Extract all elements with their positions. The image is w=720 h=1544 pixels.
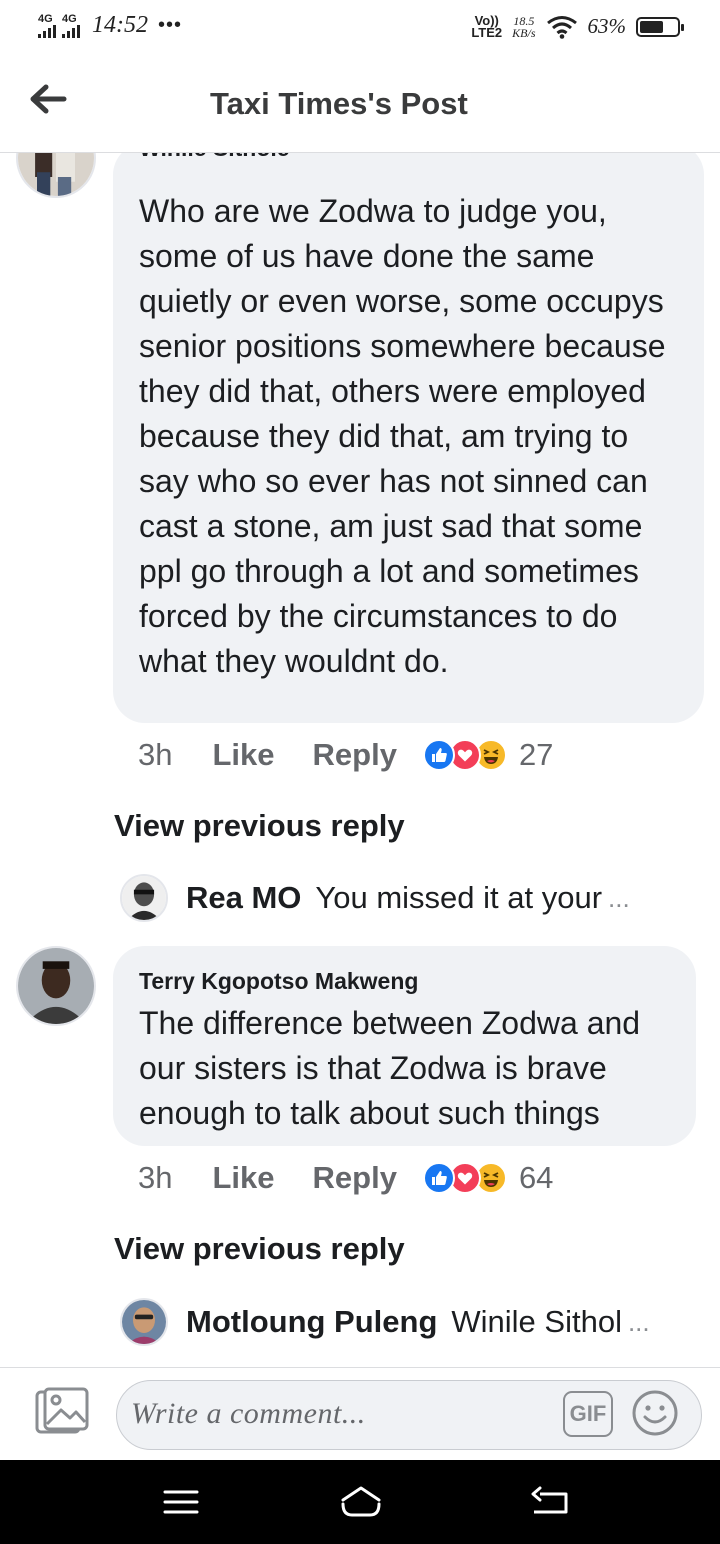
speed-unit: KB/s	[512, 25, 536, 40]
comment-author[interactable]: Winile Sithole	[139, 153, 290, 162]
avatar-image	[18, 153, 94, 196]
menu-icon[interactable]	[157, 1482, 205, 1522]
network-speed: 18.5 KB/s	[512, 15, 535, 39]
home-icon[interactable]	[337, 1482, 385, 1522]
reactions-summary[interactable]: 27	[422, 737, 554, 773]
status-bar: 4G 4G 14:52 ••• Vo)) LTE2 18.5 KB/s 63%	[0, 0, 720, 58]
emoji-icon[interactable]	[631, 1389, 679, 1437]
avatar[interactable]	[120, 874, 168, 922]
avatar-image	[18, 948, 94, 1024]
reply-ellipsis: ...	[608, 882, 630, 913]
comment-text: Who are we Zodwa to judge you, some of u…	[139, 193, 666, 679]
reply-preview[interactable]: Rea MO You missed it at your ...	[120, 873, 630, 923]
signal-1-label: 4G	[38, 12, 53, 25]
comment-input[interactable]: Write a comment... GIF	[116, 1380, 702, 1450]
reaction-count: 27	[518, 737, 554, 772]
comment-time[interactable]: 3h	[138, 737, 172, 773]
status-left: 4G 4G 14:52 •••	[38, 12, 182, 39]
reply-preview[interactable]: Motloung Puleng Winile Sithol ...	[120, 1297, 650, 1347]
page-title: Taxi Times's Post	[210, 86, 468, 121]
back-arrow-icon[interactable]	[28, 82, 68, 116]
comment-bubble[interactable]: Winile Sithole Who are we Zodwa to judge…	[113, 153, 704, 723]
wifi-icon	[546, 15, 577, 39]
gif-icon[interactable]: GIF	[563, 1391, 613, 1437]
battery-percent: 63%	[587, 14, 627, 38]
reply-ellipsis: ...	[627, 1306, 650, 1337]
speed-value: 18.5	[513, 13, 535, 28]
avatar[interactable]	[16, 946, 96, 1026]
signal-1-icon: 4G	[38, 12, 56, 38]
thumbs-up-icon	[422, 1162, 455, 1194]
photo-icon[interactable]	[34, 1386, 90, 1438]
comment-bubble[interactable]: Terry Kgopotso Makweng The difference be…	[113, 946, 696, 1146]
reaction-count: 64	[518, 1160, 554, 1195]
comments-list[interactable]: Winile Sithole Who are we Zodwa to judge…	[0, 153, 720, 1367]
comment-text: The difference between Zodwa and our sis…	[139, 1005, 641, 1131]
like-button[interactable]: Like	[212, 737, 274, 773]
system-nav-bar	[0, 1460, 720, 1544]
volte-indicator: Vo)) LTE2	[471, 14, 503, 40]
signal-2-label: 4G	[62, 12, 77, 25]
avatar-image	[122, 876, 166, 920]
status-time: 14:52	[92, 12, 148, 38]
comment-placeholder: Write a comment...	[131, 1397, 366, 1430]
app-header: Taxi Times's Post	[0, 58, 720, 153]
like-button[interactable]: Like	[212, 1160, 274, 1196]
view-previous-reply[interactable]: View previous reply	[114, 808, 405, 844]
status-right: Vo)) LTE2 18.5 KB/s 63%	[471, 14, 684, 40]
comment-composer: Write a comment... GIF	[0, 1367, 720, 1460]
battery-icon	[636, 16, 684, 37]
avatar-image	[122, 1300, 166, 1344]
comment-author[interactable]: Terry Kgopotso Makweng	[139, 968, 672, 995]
avatar[interactable]	[16, 153, 96, 198]
reactions-summary[interactable]: 64	[422, 1160, 554, 1196]
volte-bottom: LTE2	[471, 24, 503, 40]
signal-2-icon: 4G	[62, 12, 80, 38]
reply-text: You missed it at your	[315, 880, 603, 915]
comment-time[interactable]: 3h	[138, 1160, 172, 1196]
reply-button[interactable]: Reply	[313, 1160, 397, 1196]
battery-fill	[640, 20, 663, 33]
comment-actions: 3h Like Reply 27	[138, 737, 553, 773]
view-previous-reply[interactable]: View previous reply	[114, 1231, 405, 1267]
thumbs-up-icon	[422, 739, 455, 771]
reply-button[interactable]: Reply	[313, 737, 397, 773]
avatar[interactable]	[120, 1298, 168, 1346]
comment-actions: 3h Like Reply 64	[138, 1160, 553, 1196]
back-nav-icon[interactable]	[526, 1482, 574, 1522]
reply-author[interactable]: Rea MO	[186, 880, 301, 916]
reply-text: Winile Sithol	[451, 1304, 622, 1339]
reply-author[interactable]: Motloung Puleng	[186, 1304, 437, 1340]
notification-dots: •••	[158, 14, 183, 36]
